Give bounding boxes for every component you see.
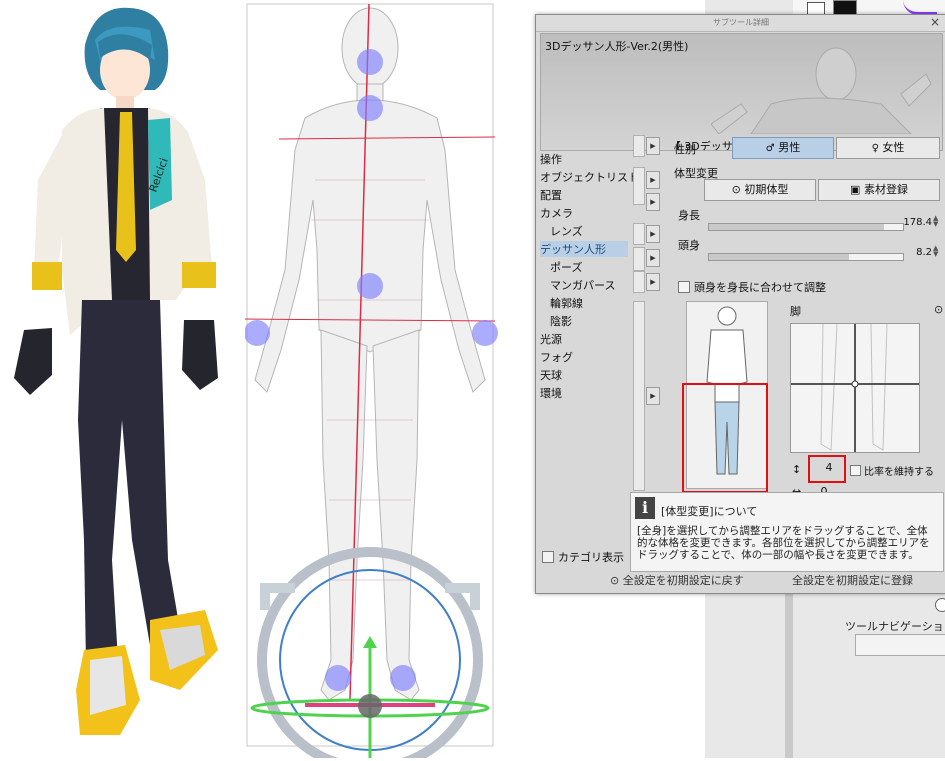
category-list: 操作オブジェクトリスト 配置カメラレンズデッサン人形 ポーズマンガパース 輪郭線陰影光… [540, 151, 639, 565]
female-icon: ♀ [871, 143, 879, 154]
info-title: [体型変更]について [661, 505, 758, 518]
register-material-icon: ▣ [850, 183, 861, 196]
character-illustration: Relcici [0, 0, 245, 758]
expand-arrow-icon[interactable]: ▶ [646, 193, 660, 211]
expand-arrow-icon[interactable]: ▶ [646, 273, 660, 291]
category-item[interactable]: 環境 [540, 385, 562, 401]
male-button[interactable]: ♂ 男性 [732, 137, 834, 159]
male-icon: ♂ [765, 143, 775, 154]
category-item[interactable]: フォグ [540, 349, 573, 365]
category-display-checkbox[interactable] [542, 551, 554, 563]
head-ratio-slider-fill [709, 254, 849, 260]
register-material-button[interactable]: ▣ 素材登録 [818, 179, 940, 201]
tool-navigation-field[interactable] [855, 634, 945, 656]
head-ratio-spinner-icon[interactable]: ▲ ▼ [933, 245, 938, 258]
grip[interactable] [633, 247, 645, 271]
grip[interactable] [633, 167, 645, 205]
reset-body-button[interactable]: ⊙ 初期体型 [704, 179, 816, 201]
property-area: 性別 ♂ 男性 ♀ 女性 体型変更 ⊙ 初期体型 ▣ 素材登録 身長 178.4… [670, 135, 943, 498]
expand-arrow-icon[interactable]: ▶ [646, 225, 660, 243]
panel-titlebar[interactable]: サブツール詳細 × [536, 15, 945, 32]
category-item[interactable]: レンズ [540, 223, 583, 239]
rotation-gizmo [250, 547, 490, 761]
category-item[interactable]: 陰影 [540, 313, 572, 329]
grip[interactable] [633, 223, 645, 245]
reset-icon: ⊙ [731, 183, 741, 196]
head-ratio-label: 頭身 [678, 239, 700, 252]
sub-tool-detail-panel: サブツール詳細 × 3Dデッサン人形-Ver.2(男性) 【 3Dデッサン人形編… [535, 14, 945, 594]
preview-figure [711, 47, 932, 134]
category-item[interactable]: デッサン人形 [540, 241, 628, 257]
head-ratio-slider[interactable] [708, 253, 904, 261]
height-value: 178.4 [903, 217, 932, 228]
category-item[interactable]: マンガパース [540, 277, 615, 293]
tool-navigation-label: ツールナビゲーション [845, 620, 945, 633]
grip[interactable] [633, 301, 645, 491]
circle-icon[interactable] [935, 598, 945, 612]
adjust-area[interactable] [790, 323, 920, 453]
3d-viewport[interactable] [244, 0, 535, 761]
vertical-arrow-icon: ↕ [792, 463, 802, 476]
info-body: [全身]を選択してから調整エリアをドラッグすることで、全体的な体格を変更できます… [637, 525, 930, 561]
legs-highlight-box [682, 383, 768, 493]
category-item[interactable]: 光源 [540, 331, 562, 347]
adjust-area-grid [791, 323, 919, 452]
gender-label: 性別 [674, 143, 696, 156]
expand-arrow-icon[interactable]: ▶ [646, 249, 660, 267]
expand-arrow-icon[interactable]: ▶ [646, 171, 660, 189]
close-icon[interactable]: × [930, 15, 940, 29]
expand-arrow-icon[interactable]: ▶ [646, 387, 660, 405]
preview-area: 3Dデッサン人形-Ver.2(男性) 【 3Dデッサン人形編集中 】 [540, 33, 943, 151]
info-icon: i [635, 497, 655, 519]
grip[interactable] [633, 271, 645, 293]
category-item[interactable]: 配置 [540, 187, 562, 203]
fit-head-checkbox[interactable] [678, 281, 690, 293]
fit-head-label: 頭身を身長に合わせて調整 [694, 281, 826, 294]
panel-title: サブツール詳細 [713, 18, 769, 27]
preview-model-name: 3Dデッサン人形-Ver.2(男性) [545, 40, 689, 53]
category-item[interactable]: 輪郭線 [540, 295, 583, 311]
reset-all-button[interactable]: ⊙ 全設定を初期設定に戻す [610, 571, 770, 591]
panel-footer: ⊙ 全設定を初期設定に戻す 全設定を初期設定に登録 [536, 571, 945, 591]
brush-preview-icon [903, 0, 937, 15]
info-box: i [体型変更]について [全身]を選択してから調整エリアをドラッグすることで、… [630, 492, 944, 572]
grip[interactable] [633, 135, 645, 157]
expand-arrow-icon[interactable]: ▶ [646, 137, 660, 155]
category-item[interactable]: 天球 [540, 367, 562, 383]
height-label: 身長 [678, 209, 700, 222]
keep-ratio-checkbox[interactable] [850, 465, 861, 476]
body-part-label: 脚 [790, 305, 801, 318]
height-spinner-icon[interactable]: ▲ ▼ [933, 215, 938, 228]
keep-ratio-label: 比率を維持する [864, 467, 934, 478]
reset-part-icon[interactable]: ⊙ [934, 303, 943, 316]
vertical-value-highlight [808, 455, 846, 483]
register-all-button[interactable]: 全設定を初期設定に登録 [792, 571, 942, 591]
category-item[interactable]: ポーズ [540, 259, 582, 275]
female-button[interactable]: ♀ 女性 [836, 137, 940, 159]
height-slider[interactable] [708, 223, 904, 231]
category-item[interactable]: カメラ [540, 205, 573, 221]
reset-all-icon: ⊙ [610, 574, 620, 587]
category-item[interactable]: 操作 [540, 151, 562, 167]
category-display-label: カテゴリ表示 [558, 551, 624, 564]
category-item[interactable]: オブジェクトリスト [540, 169, 639, 185]
head-ratio-value: 8.2 [916, 247, 932, 258]
height-slider-fill [709, 224, 884, 230]
